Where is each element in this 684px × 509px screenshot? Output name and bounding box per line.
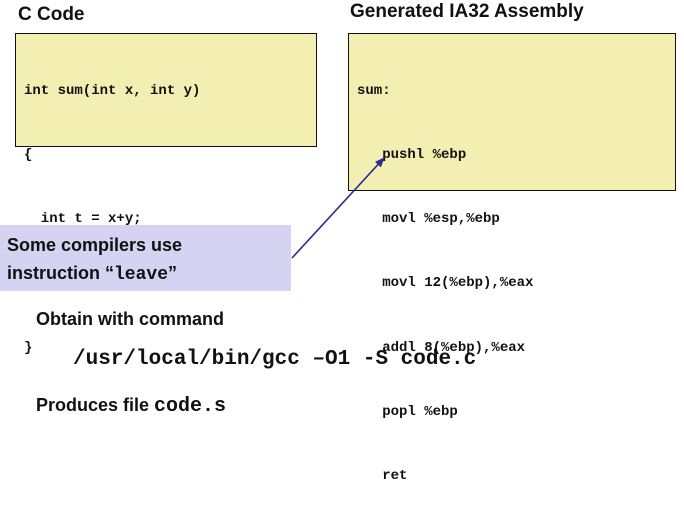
note-line-2-prefix: instruction “	[7, 263, 114, 283]
gcc-command-text: /usr/local/bin/gcc –O1 -S code.c	[73, 348, 477, 371]
note-line-2-suffix: ”	[168, 263, 178, 283]
assembly-code-box: sum: pushl %ebp movl %esp,%ebp movl 12(%…	[348, 33, 676, 484]
note-leave-keyword: leave	[114, 265, 169, 285]
assembly-line: ret	[357, 468, 408, 485]
compiler-note-callout: Some compilers use instruction “leave”	[0, 225, 291, 291]
assembly-heading: Generated IA32 Assembly	[350, 1, 584, 22]
produces-file-line: Produces file code.s	[36, 394, 226, 418]
c-code-heading: C Code	[18, 4, 85, 25]
c-code-line: {	[24, 147, 33, 164]
note-line-2: instruction “leave”	[7, 259, 291, 289]
assembly-line: pushl %ebp	[357, 147, 467, 164]
assembly-line: sum:	[357, 82, 391, 99]
assembly-line: movl 12(%ebp),%eax	[357, 275, 534, 292]
assembly-line: movl %esp,%ebp	[357, 211, 500, 228]
output-file-name: code.s	[154, 395, 227, 418]
note-line-1: Some compilers use	[7, 235, 183, 255]
produces-file-label: Produces file	[36, 395, 155, 415]
assembly-line: popl %ebp	[357, 403, 458, 420]
obtain-command-label: Obtain with command	[36, 309, 225, 329]
c-code-line: int sum(int x, int y)	[24, 82, 201, 99]
c-code-box: int sum(int x, int y) { int t = x+y; ret…	[15, 33, 317, 356]
